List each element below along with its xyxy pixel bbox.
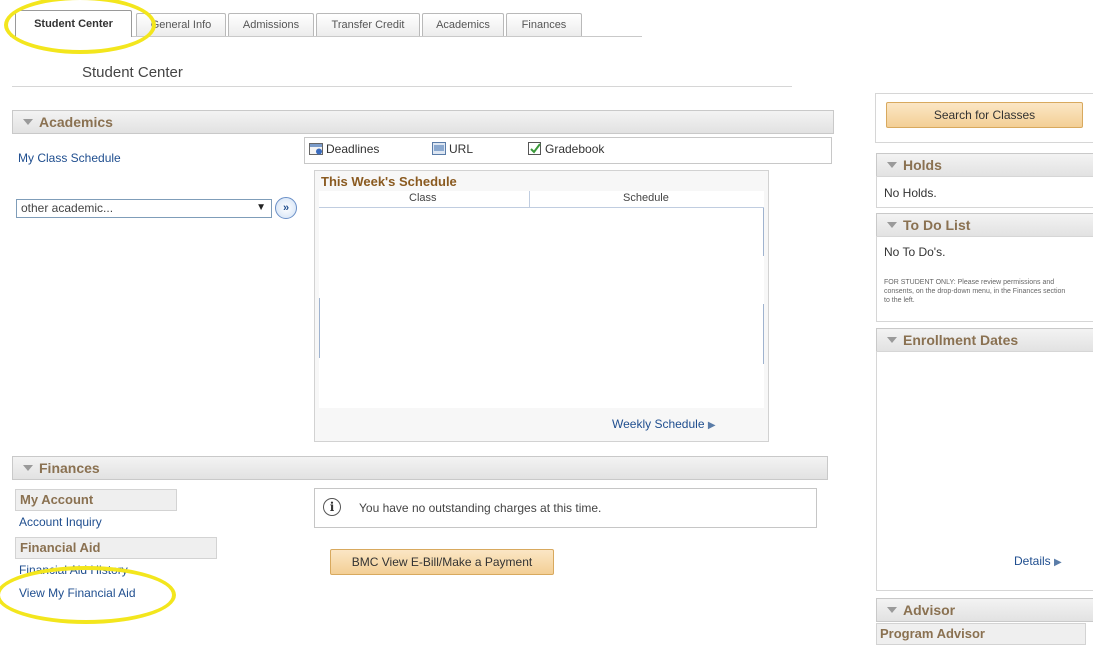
program-advisor-subheader: Program Advisor — [876, 623, 1086, 645]
tab-admissions[interactable]: Admissions — [228, 13, 314, 36]
url-label: URL — [449, 142, 474, 156]
enrollment-dates-header[interactable]: Enrollment Dates — [876, 328, 1093, 352]
column-divider — [529, 191, 530, 207]
play-arrow-icon: ▶ — [1054, 557, 1062, 568]
advisor-header-label: Advisor — [903, 602, 956, 618]
gradebook-icon — [528, 142, 542, 155]
url-icon — [432, 142, 446, 155]
weekly-schedule-label: Weekly Schedule — [612, 417, 705, 431]
academics-header-label: Academics — [39, 114, 113, 130]
no-charges-message: You have no outstanding charges at this … — [359, 501, 602, 515]
schedule-border-right-bottom — [763, 304, 764, 364]
tab-academics[interactable]: Academics — [422, 13, 504, 36]
highlight-ellipse-financial-aid — [0, 566, 176, 624]
this-week-schedule-panel: This Week's Schedule Class Schedule — [314, 170, 769, 442]
finances-section-header[interactable]: Finances — [12, 456, 828, 480]
gradebook-link[interactable]: Gradebook — [528, 142, 604, 156]
bmc-view-ebill-button[interactable]: BMC View E-Bill/Make a Payment — [330, 549, 554, 575]
schedule-table-body — [319, 208, 764, 408]
dropdown-arrow-icon: ▼ — [256, 202, 266, 213]
todo-header-label: To Do List — [903, 217, 971, 233]
page-title: Student Center — [82, 64, 183, 81]
schedule-border-left — [319, 298, 320, 358]
column-header-schedule: Schedule — [623, 192, 669, 204]
financial-aid-subheader: Financial Aid — [15, 537, 217, 559]
collapse-triangle-icon — [887, 162, 897, 169]
details-label: Details — [1014, 554, 1051, 568]
schedule-table-header: Class Schedule — [319, 191, 764, 208]
no-holds-text: No Holds. — [884, 186, 937, 200]
collapse-triangle-icon — [887, 222, 897, 229]
details-link[interactable]: Details ▶ — [1014, 554, 1062, 568]
search-for-classes-button[interactable]: Search for Classes — [886, 102, 1083, 128]
holds-header-label: Holds — [903, 157, 942, 173]
title-divider — [12, 86, 792, 87]
my-class-schedule-link[interactable]: My Class Schedule — [18, 151, 121, 165]
highlight-ellipse-student-center — [4, 0, 156, 54]
advisor-header[interactable]: Advisor — [876, 598, 1093, 622]
no-charges-message-box: i You have no outstanding charges at thi… — [314, 488, 817, 528]
account-inquiry-link[interactable]: Account Inquiry — [19, 515, 102, 529]
academics-section-header[interactable]: Academics — [12, 110, 834, 134]
this-week-schedule-title: This Week's Schedule — [321, 174, 457, 189]
column-header-class: Class — [409, 192, 437, 204]
play-arrow-icon: ▶ — [707, 420, 716, 431]
no-todos-text: No To Do's. — [884, 245, 946, 259]
tab-transfer-credit[interactable]: Transfer Credit — [316, 13, 420, 36]
calendar-icon — [309, 142, 323, 155]
todo-note-text: FOR STUDENT ONLY: Please review permissi… — [884, 279, 1066, 304]
collapse-triangle-icon — [23, 119, 33, 126]
deadlines-label: Deadlines — [326, 142, 380, 156]
gradebook-label: Gradebook — [545, 142, 605, 156]
collapse-triangle-icon — [887, 607, 897, 614]
todo-header[interactable]: To Do List — [876, 213, 1093, 237]
tab-finances[interactable]: Finances — [506, 13, 582, 36]
collapse-triangle-icon — [887, 337, 897, 344]
holds-header[interactable]: Holds — [876, 153, 1093, 177]
enrollment-dates-label: Enrollment Dates — [903, 332, 1019, 348]
academic-shortcuts-bar: Deadlines URL Gradebook — [304, 137, 832, 164]
finances-header-label: Finances — [39, 460, 100, 476]
my-account-subheader: My Account — [15, 489, 177, 511]
info-icon: i — [323, 498, 341, 516]
dropdown-value: other academic... — [21, 201, 114, 215]
go-button[interactable]: » — [275, 197, 297, 219]
collapse-triangle-icon — [23, 465, 33, 472]
schedule-border-right-top — [763, 208, 764, 256]
weekly-schedule-link[interactable]: Weekly Schedule ▶ — [612, 417, 716, 431]
url-link[interactable]: URL — [432, 142, 473, 156]
deadlines-link[interactable]: Deadlines — [309, 142, 379, 156]
other-academic-dropdown[interactable]: other academic... ▼ — [16, 199, 272, 218]
